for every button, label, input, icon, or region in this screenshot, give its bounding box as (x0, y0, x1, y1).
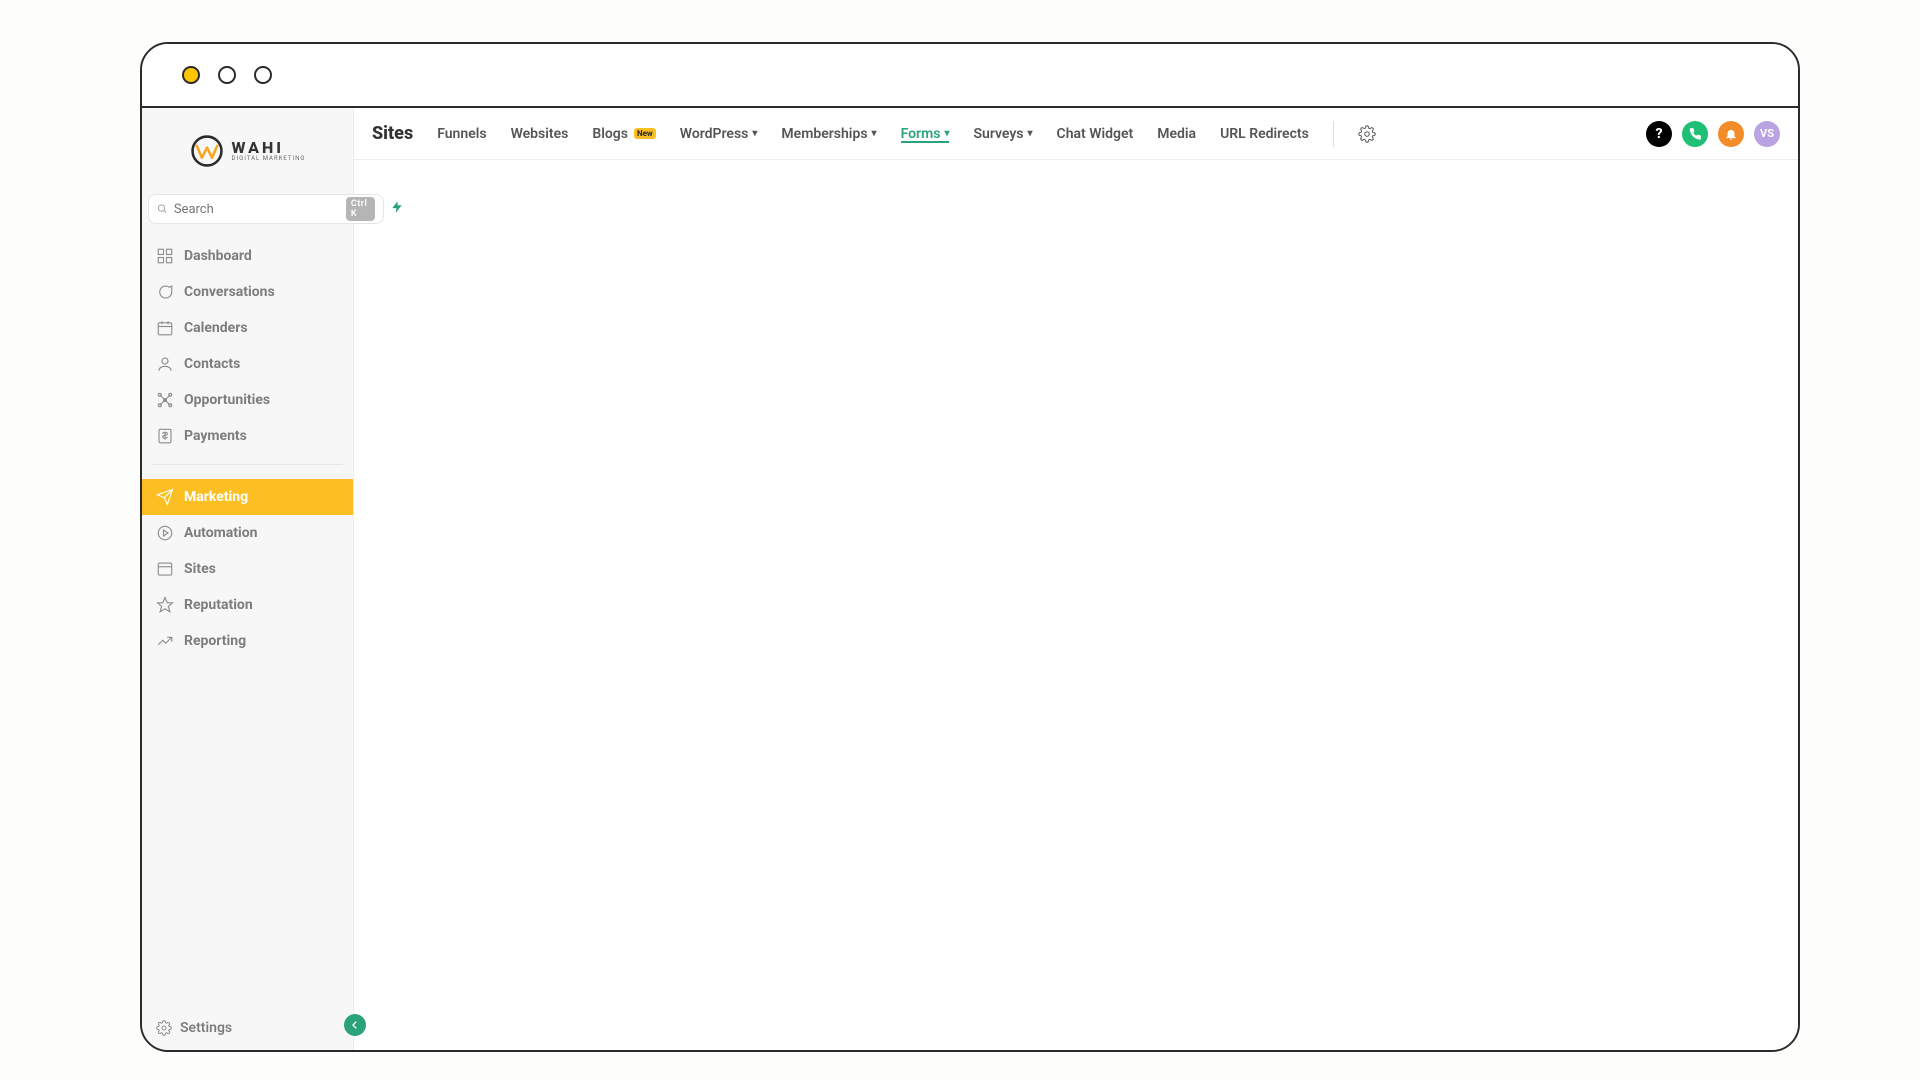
tab-label: Blogs (592, 126, 628, 142)
sidebar-item-payments[interactable]: Payments (142, 418, 353, 454)
dashboard-icon (156, 247, 174, 265)
tab-blogs[interactable]: Blogs New (592, 126, 655, 142)
help-button[interactable]: ? (1646, 121, 1672, 147)
sidebar-item-contacts[interactable]: Contacts (142, 346, 353, 382)
sidebar-item-dashboard[interactable]: Dashboard (142, 238, 353, 274)
tab-label: Chat Widget (1057, 126, 1134, 142)
automation-icon (156, 524, 174, 542)
tab-forms[interactable]: Forms▾ (901, 126, 950, 142)
sidebar-item-label: Contacts (184, 356, 240, 372)
tab-label: URL Redirects (1220, 126, 1309, 142)
nav-divider (152, 464, 343, 465)
search-input[interactable] (174, 202, 340, 217)
sidebar-item-conversations[interactable]: Conversations (142, 274, 353, 310)
tab-memberships[interactable]: Memberships ▾ (781, 126, 876, 142)
help-icon: ? (1655, 126, 1662, 142)
window-close-icon[interactable] (182, 66, 200, 84)
bell-icon (1724, 127, 1738, 141)
sidebar-item-label: Conversations (184, 284, 275, 300)
tab-label: Media (1157, 126, 1196, 142)
tab-label: WordPress (680, 126, 749, 142)
tab-websites[interactable]: Websites (511, 126, 569, 142)
conversations-icon (156, 283, 174, 301)
tab-chat-widget[interactable]: Chat Widget (1057, 126, 1134, 142)
chevron-down-icon: ▾ (752, 128, 757, 139)
primary-nav: Dashboard Conversations Calenders Contac… (142, 232, 353, 659)
calendar-icon (156, 319, 174, 337)
page-title: Sites (372, 123, 413, 144)
collapse-sidebar-button[interactable] (344, 1014, 366, 1036)
main-area: Sites Funnels Websites Blogs New WordPres… (354, 108, 1798, 1050)
chevron-left-icon (350, 1020, 360, 1030)
notifications-button[interactable] (1718, 121, 1744, 147)
phone-icon (1688, 127, 1702, 141)
sidebar-item-reputation[interactable]: Reputation (142, 587, 353, 623)
sidebar-item-reporting[interactable]: Reporting (142, 623, 353, 659)
sidebar-settings[interactable]: Settings (142, 1020, 353, 1036)
user-initials: VS (1760, 127, 1774, 140)
search-shortcut: Ctrl K (346, 197, 376, 221)
sidebar-item-label: Opportunities (184, 392, 270, 408)
sidebar-item-label: Dashboard (184, 248, 252, 264)
content-area (354, 160, 1798, 1050)
user-avatar[interactable]: VS (1754, 121, 1780, 147)
brand-name: WAHI (232, 140, 306, 156)
search-box[interactable]: Ctrl K (148, 194, 384, 224)
site-settings-button[interactable] (1358, 125, 1376, 143)
tab-surveys[interactable]: Surveys ▾ (973, 126, 1032, 142)
marketing-icon (156, 488, 174, 506)
divider (1333, 121, 1334, 147)
app-window: WAHI DIGITAL MARKETING Ctrl K (140, 42, 1800, 1052)
window-titlebar (142, 44, 1798, 108)
new-badge: New (634, 128, 656, 139)
logo-mark-icon (190, 134, 224, 168)
reporting-icon (156, 632, 174, 650)
sidebar-item-label: Automation (184, 525, 257, 541)
search-icon (157, 202, 168, 216)
sites-icon (156, 560, 174, 578)
contacts-icon (156, 355, 174, 373)
top-nav: Sites Funnels Websites Blogs New WordPres… (354, 108, 1798, 160)
chevron-down-icon: ▾ (872, 128, 877, 139)
phone-button[interactable] (1682, 121, 1708, 147)
chevron-down-icon: ▾ (1028, 128, 1033, 139)
settings-label: Settings (180, 1020, 232, 1036)
window-maximize-icon[interactable] (254, 66, 272, 84)
sidebar: WAHI DIGITAL MARKETING Ctrl K (142, 108, 354, 1050)
sidebar-item-sites[interactable]: Sites (142, 551, 353, 587)
reputation-icon (156, 596, 174, 614)
tab-label: Forms (901, 126, 941, 142)
tab-media[interactable]: Media (1157, 126, 1196, 142)
sidebar-item-label: Marketing (184, 489, 248, 505)
sidebar-item-label: Calenders (184, 320, 248, 336)
quick-action-icon[interactable] (390, 200, 404, 218)
chevron-down-icon: ▾ (944, 128, 949, 139)
payments-icon (156, 427, 174, 445)
tab-label: Websites (511, 126, 569, 142)
sidebar-item-automation[interactable]: Automation (142, 515, 353, 551)
gear-icon (156, 1020, 172, 1036)
sidebar-item-label: Reporting (184, 633, 246, 649)
window-minimize-icon[interactable] (218, 66, 236, 84)
sidebar-item-opportunities[interactable]: Opportunities (142, 382, 353, 418)
sidebar-item-label: Reputation (184, 597, 253, 613)
tab-label: Funnels (437, 126, 486, 142)
tab-url-redirects[interactable]: URL Redirects (1220, 126, 1309, 142)
opportunities-icon (156, 391, 174, 409)
sidebar-item-marketing[interactable]: Marketing (142, 479, 353, 515)
tab-funnels[interactable]: Funnels (437, 126, 486, 142)
tab-label: Surveys (973, 126, 1023, 142)
tab-wordpress[interactable]: WordPress▾ (680, 126, 758, 142)
sidebar-item-label: Sites (184, 561, 216, 577)
sidebar-item-calenders[interactable]: Calenders (142, 310, 353, 346)
brand-tagline: DIGITAL MARKETING (232, 156, 306, 162)
tab-label: Memberships (781, 126, 867, 142)
sidebar-item-label: Payments (184, 428, 247, 444)
brand-logo: WAHI DIGITAL MARKETING (142, 108, 353, 194)
